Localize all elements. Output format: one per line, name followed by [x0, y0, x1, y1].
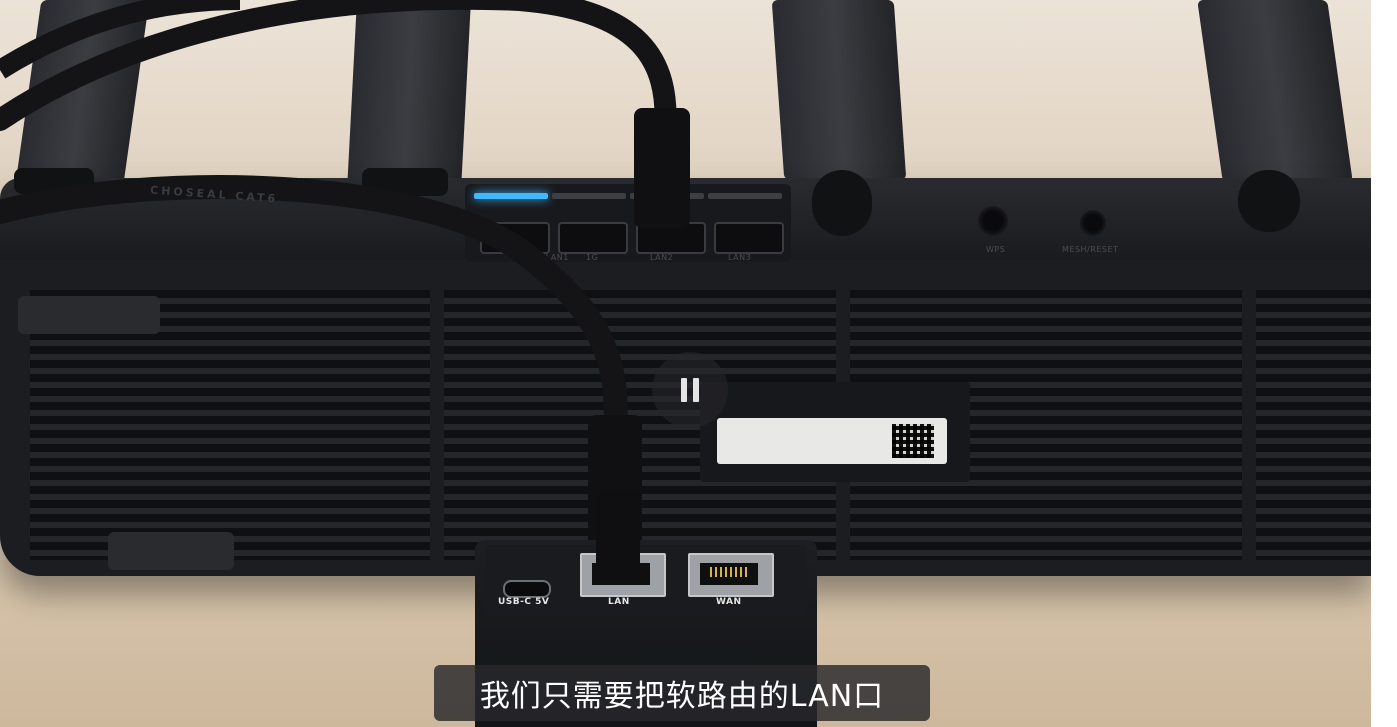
router-plug-boot — [634, 108, 690, 228]
wan-port-pins — [710, 567, 748, 577]
pause-bar-right — [693, 378, 699, 402]
cable-front — [0, 175, 628, 442]
lan-plug — [596, 492, 640, 582]
lan-label: LAN — [608, 597, 630, 607]
page-margin — [1371, 0, 1397, 727]
subtitle-text: 我们只需要把软路由的LAN口 — [479, 679, 885, 714]
subtitle-caption: 我们只需要把软路由的LAN口 — [434, 665, 930, 721]
usb-c-label: USB-C 5V — [498, 597, 550, 607]
pause-bar-left — [681, 378, 687, 402]
pause-icon — [681, 378, 699, 402]
usb-c-port — [503, 580, 551, 598]
pause-button[interactable] — [652, 352, 728, 428]
wan-label: WAN — [716, 597, 742, 607]
video-player[interactable]: WAN/LAN1 1G LAN2 LAN3 WPS MESH/RESET CHO… — [0, 0, 1371, 727]
soft-router-wan-port — [688, 553, 774, 597]
